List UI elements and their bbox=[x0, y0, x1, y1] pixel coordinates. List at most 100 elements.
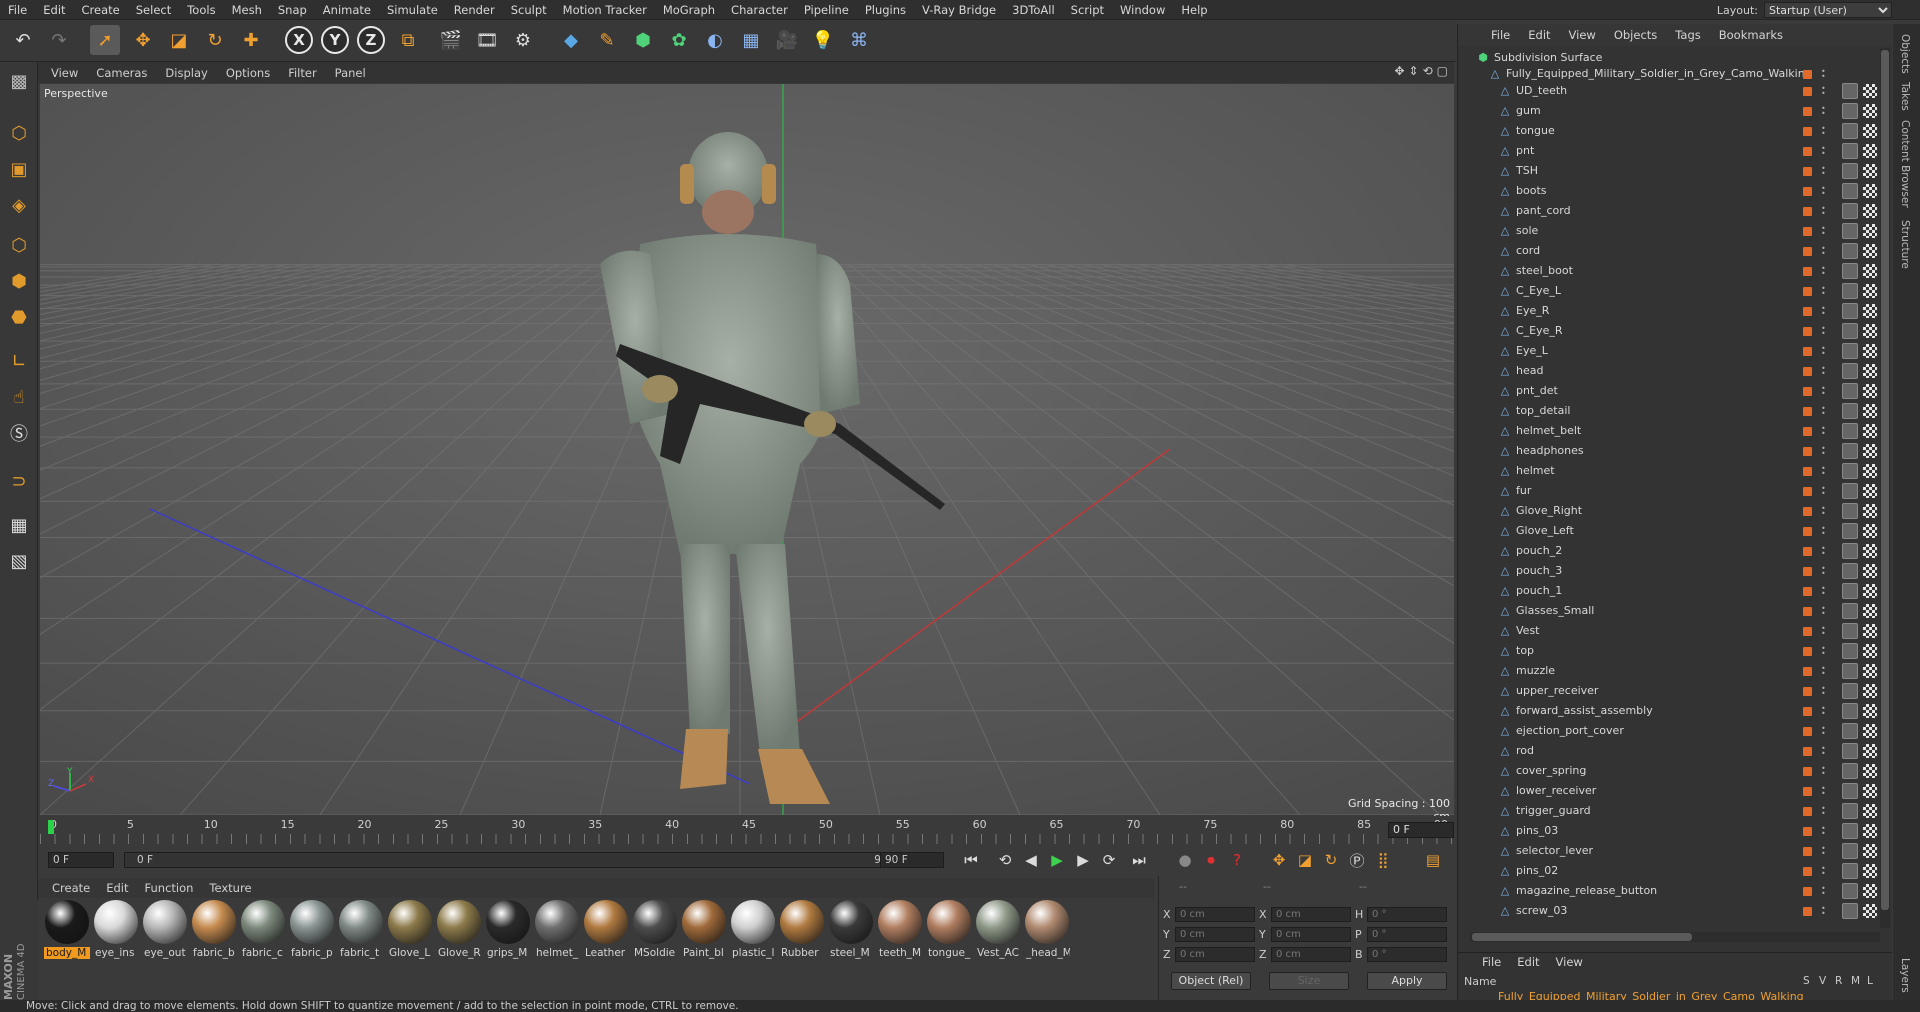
menu-pipeline[interactable]: Pipeline bbox=[796, 0, 857, 20]
texture-tag[interactable] bbox=[1863, 104, 1877, 118]
material-tag[interactable] bbox=[1842, 643, 1858, 659]
object-row[interactable]: △ pins_02 • • bbox=[1458, 861, 1893, 881]
object-row[interactable]: △ helmet_belt • • bbox=[1458, 421, 1893, 441]
pan-icon[interactable]: ✥ bbox=[1394, 64, 1404, 78]
visibility-toggle[interactable]: • • bbox=[1821, 645, 1826, 658]
visibility-toggle[interactable]: • • bbox=[1821, 865, 1826, 878]
visibility-toggle[interactable]: • • bbox=[1821, 505, 1826, 518]
object-row[interactable]: △ ejection_port_cover • • bbox=[1458, 721, 1893, 741]
layer-color-dot[interactable] bbox=[1803, 687, 1812, 696]
layer-color-dot[interactable] bbox=[1803, 267, 1812, 276]
texture-tag[interactable] bbox=[1863, 304, 1877, 318]
object-scrollbar-thumb[interactable] bbox=[1881, 50, 1889, 910]
object-row[interactable]: △ Vest • • bbox=[1458, 621, 1893, 641]
timeline[interactable]: 051015202530354045505560657075808590 bbox=[40, 816, 1454, 848]
menu-simulate[interactable]: Simulate bbox=[379, 0, 446, 20]
visibility-toggle[interactable]: • • bbox=[1821, 465, 1826, 478]
viewport-menu-filter[interactable]: Filter bbox=[279, 66, 325, 80]
viewport-menu-cameras[interactable]: Cameras bbox=[87, 66, 156, 80]
menu-v-ray-bridge[interactable]: V-Ray Bridge bbox=[914, 0, 1004, 20]
visibility-toggle[interactable]: • • bbox=[1821, 385, 1826, 398]
object-row[interactable]: △ rod • • bbox=[1458, 741, 1893, 761]
texture-tag[interactable] bbox=[1863, 724, 1877, 738]
texture-tag[interactable] bbox=[1863, 484, 1877, 498]
floor-icon[interactable]: ▦ bbox=[736, 25, 766, 55]
material-swatch[interactable]: helmet_ bbox=[534, 900, 580, 962]
menu-3dtoall[interactable]: 3DToAll bbox=[1004, 0, 1063, 20]
visibility-toggle[interactable]: • • bbox=[1821, 885, 1826, 898]
material-tag[interactable] bbox=[1842, 703, 1858, 719]
visibility-toggle[interactable]: • • bbox=[1821, 665, 1826, 678]
coordinate-system-icon[interactable]: ⧉ bbox=[393, 25, 423, 55]
material-tag[interactable] bbox=[1842, 423, 1858, 439]
material-menu-create[interactable]: Create bbox=[44, 881, 98, 895]
material-swatch[interactable]: Paint_bl bbox=[681, 900, 727, 962]
menu-render[interactable]: Render bbox=[446, 0, 503, 20]
end-frame-field[interactable]: 90 F bbox=[880, 852, 944, 868]
menu-animate[interactable]: Animate bbox=[315, 0, 379, 20]
material-swatch[interactable]: steel_M bbox=[828, 900, 874, 962]
tweak-mode-icon[interactable]: ☝ bbox=[4, 382, 34, 412]
autokey-icon[interactable]: ? bbox=[1226, 850, 1248, 870]
object-row[interactable]: △ C_Eye_L • • bbox=[1458, 281, 1893, 301]
material-tag[interactable] bbox=[1842, 483, 1858, 499]
texture-tag[interactable] bbox=[1863, 124, 1877, 138]
x-axis-icon[interactable]: X bbox=[285, 26, 313, 54]
texture-tag[interactable] bbox=[1863, 764, 1877, 778]
visibility-toggle[interactable]: • • bbox=[1821, 805, 1826, 818]
key-parameter-icon[interactable]: Ⓟ bbox=[1346, 850, 1368, 870]
visibility-toggle[interactable]: • • bbox=[1821, 68, 1826, 81]
visibility-toggle[interactable]: • • bbox=[1821, 325, 1826, 338]
object-row[interactable]: △ top • • bbox=[1458, 641, 1893, 661]
object-row[interactable]: △ trigger_guard • • bbox=[1458, 801, 1893, 821]
material-swatch[interactable]: Glove_L bbox=[387, 900, 433, 962]
coord-value-field[interactable]: 0 cm bbox=[1271, 947, 1351, 962]
visibility-toggle[interactable]: • • bbox=[1821, 145, 1826, 158]
visibility-toggle[interactable]: • • bbox=[1821, 185, 1826, 198]
coord-mode-dropdown[interactable]: Object (Rel) bbox=[1171, 972, 1251, 990]
layer-color-dot[interactable] bbox=[1803, 647, 1812, 656]
visibility-toggle[interactable]: • • bbox=[1821, 125, 1826, 138]
material-menu-edit[interactable]: Edit bbox=[98, 881, 136, 895]
texture-tag[interactable] bbox=[1863, 384, 1877, 398]
y-axis-icon[interactable]: Y bbox=[321, 26, 349, 54]
object-row[interactable]: △ upper_receiver • • bbox=[1458, 681, 1893, 701]
maximize-view-icon[interactable]: ▢ bbox=[1437, 64, 1448, 78]
menu-mograph[interactable]: MoGraph bbox=[655, 0, 723, 20]
next-key-icon[interactable]: ⟳ bbox=[1098, 850, 1120, 870]
material-tag[interactable] bbox=[1842, 363, 1858, 379]
texture-tag[interactable] bbox=[1863, 664, 1877, 678]
texture-tag[interactable] bbox=[1863, 324, 1877, 338]
material-tag[interactable] bbox=[1842, 443, 1858, 459]
layer-color-dot[interactable] bbox=[1803, 307, 1812, 316]
material-menu-texture[interactable]: Texture bbox=[201, 881, 259, 895]
material-tag[interactable] bbox=[1842, 843, 1858, 859]
visibility-toggle[interactable]: • • bbox=[1821, 905, 1826, 918]
object-row[interactable]: △ lower_receiver • • bbox=[1458, 781, 1893, 801]
object-menu-view[interactable]: View bbox=[1560, 28, 1605, 42]
visibility-toggle[interactable]: • • bbox=[1821, 205, 1826, 218]
layer-color-dot[interactable] bbox=[1803, 527, 1812, 536]
layer-color-dot[interactable] bbox=[1803, 127, 1812, 136]
orbit-icon[interactable]: ⟲ bbox=[1423, 64, 1433, 78]
layer-color-dot[interactable] bbox=[1803, 867, 1812, 876]
material-tag[interactable] bbox=[1842, 743, 1858, 759]
texture-tag[interactable] bbox=[1863, 444, 1877, 458]
material-tag[interactable] bbox=[1842, 343, 1858, 359]
material-menu-function[interactable]: Function bbox=[137, 881, 202, 895]
material-tag[interactable] bbox=[1842, 83, 1858, 99]
menu-plugins[interactable]: Plugins bbox=[857, 0, 914, 20]
texture-tag[interactable] bbox=[1863, 904, 1877, 918]
object-row[interactable]: △ cover_spring • • bbox=[1458, 761, 1893, 781]
texture-tag[interactable] bbox=[1863, 604, 1877, 618]
make-editable-icon[interactable]: ▩ bbox=[4, 66, 34, 96]
object-row[interactable]: △ cord • • bbox=[1458, 241, 1893, 261]
visibility-toggle[interactable]: • • bbox=[1821, 225, 1826, 238]
side-tab-structure[interactable]: Structure bbox=[1899, 220, 1911, 269]
texture-tag[interactable] bbox=[1863, 684, 1877, 698]
visibility-toggle[interactable]: • • bbox=[1821, 605, 1826, 618]
texture-tag[interactable] bbox=[1863, 884, 1877, 898]
texture-tag[interactable] bbox=[1863, 84, 1877, 98]
texture-tag[interactable] bbox=[1863, 344, 1877, 358]
layer-color-dot[interactable] bbox=[1803, 427, 1812, 436]
